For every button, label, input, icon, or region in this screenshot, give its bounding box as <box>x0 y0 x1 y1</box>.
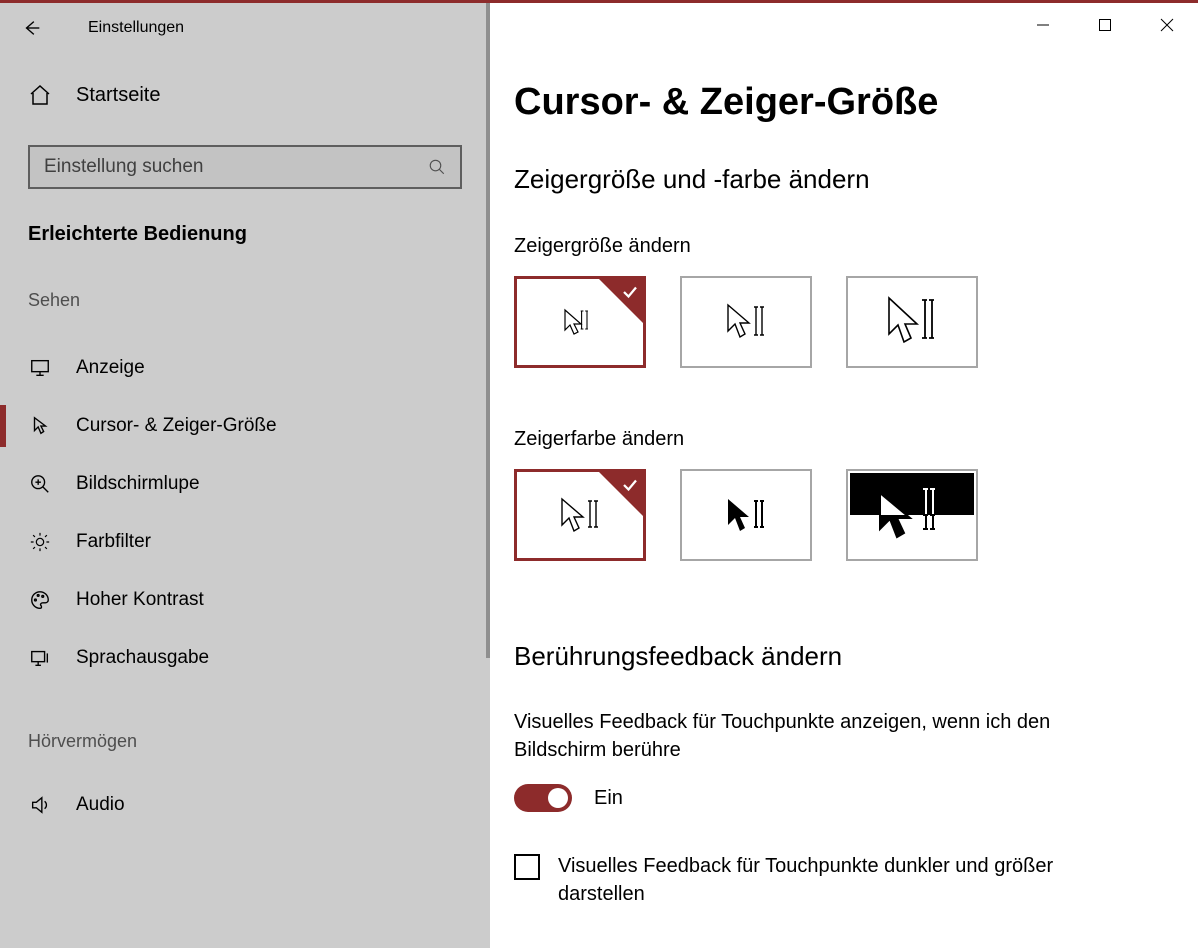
section-size-color: Zeigergröße und -farbe ändern <box>514 164 1174 195</box>
pointer-size-large[interactable] <box>846 276 978 368</box>
narrator-icon <box>28 647 52 669</box>
search-placeholder: Einstellung suchen <box>44 156 204 178</box>
sidebar-item-label: Cursor- & Zeiger-Größe <box>76 415 277 437</box>
sidebar-group-sehen: Sehen <box>0 246 490 331</box>
sidebar-item-label: Hoher Kontrast <box>76 589 204 611</box>
sidebar-home[interactable]: Startseite <box>0 53 490 127</box>
pointer-medium-icon <box>716 297 776 347</box>
pointer-black-icon <box>716 491 776 539</box>
pointer-inverted-icon <box>848 471 976 559</box>
close-button[interactable] <box>1136 3 1198 47</box>
pointer-large-icon <box>875 292 949 352</box>
minimize-button[interactable] <box>1012 3 1074 47</box>
touch-feedback-toggle[interactable] <box>514 784 572 812</box>
cursor-icon <box>28 415 52 437</box>
sidebar-item-farbfilter[interactable]: Farbfilter <box>0 513 490 571</box>
sidebar-item-audio[interactable]: Audio <box>0 776 490 834</box>
brightness-icon <box>28 531 52 553</box>
sidebar-category: Erleichterte Bedienung <box>0 189 490 246</box>
section-touch: Berührungsfeedback ändern <box>514 641 1174 672</box>
pointer-size-medium[interactable] <box>680 276 812 368</box>
maximize-button[interactable] <box>1074 3 1136 47</box>
pointer-color-label: Zeigerfarbe ändern <box>514 428 1174 451</box>
content-panel: Cursor- & Zeiger-Größe Zeigergröße und -… <box>490 3 1198 948</box>
titlebar-left: Einstellungen <box>0 3 490 53</box>
check-icon <box>621 283 639 301</box>
sidebar-group-hoervermoegen: Hörvermögen <box>0 687 490 772</box>
check-icon <box>621 476 639 494</box>
search-icon <box>428 158 446 176</box>
palette-icon <box>28 589 52 611</box>
pointer-color-white[interactable] <box>514 469 646 561</box>
pointer-size-options <box>514 276 1174 368</box>
sidebar-item-hoher-kontrast[interactable]: Hoher Kontrast <box>0 571 490 629</box>
search-input[interactable]: Einstellung suchen <box>28 145 462 189</box>
sidebar: Einstellungen Startseite Einstellung suc… <box>0 3 490 948</box>
pointer-color-options <box>514 469 1174 561</box>
sidebar-item-cursor-zeiger[interactable]: Cursor- & Zeiger-Größe <box>0 397 490 455</box>
sidebar-item-label: Audio <box>76 794 125 816</box>
window-title: Einstellungen <box>88 19 184 37</box>
sidebar-item-bildschirmlupe[interactable]: Bildschirmlupe <box>0 455 490 513</box>
pointer-color-inverted[interactable] <box>846 469 978 561</box>
speaker-icon <box>28 794 52 816</box>
magnifier-plus-icon <box>28 473 52 495</box>
monitor-icon <box>28 357 52 379</box>
sidebar-item-label: Sprachausgabe <box>76 647 209 669</box>
pointer-size-small[interactable] <box>514 276 646 368</box>
sidebar-item-sprachausgabe[interactable]: Sprachausgabe <box>0 629 490 687</box>
sidebar-item-anzeige[interactable]: Anzeige <box>0 339 490 397</box>
sidebar-item-label: Farbfilter <box>76 531 151 553</box>
touch-toggle-state: Ein <box>594 787 623 810</box>
back-button[interactable] <box>20 16 44 40</box>
touch-darker-label: Visuelles Feedback für Touchpunkte dunkl… <box>558 852 1118 908</box>
touch-description: Visuelles Feedback für Touchpunkte anzei… <box>514 708 1134 764</box>
pointer-color-black[interactable] <box>680 469 812 561</box>
touch-darker-checkbox[interactable] <box>514 854 540 880</box>
pointer-small-icon <box>555 302 605 342</box>
sidebar-item-label: Anzeige <box>76 357 145 379</box>
sidebar-item-label: Bildschirmlupe <box>76 473 200 495</box>
pointer-size-label: Zeigergröße ändern <box>514 235 1174 258</box>
home-icon <box>28 83 52 107</box>
sidebar-home-label: Startseite <box>76 84 160 107</box>
page-title: Cursor- & Zeiger-Größe <box>514 81 1174 124</box>
